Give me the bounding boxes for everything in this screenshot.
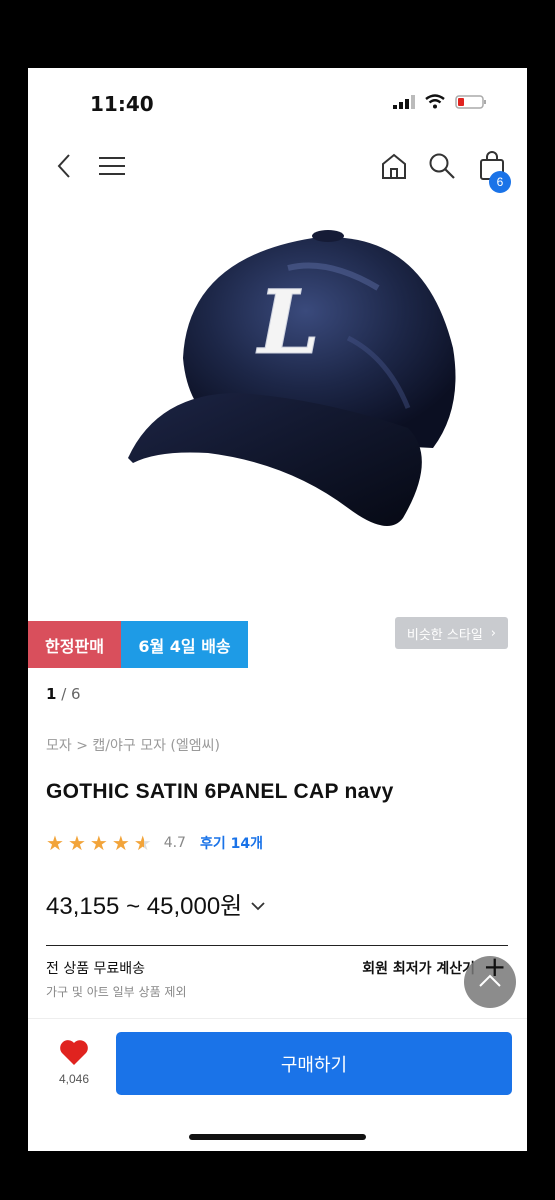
star-icon: ★ [111,831,130,855]
delivery-date-badge: 6월 4일 배송 [121,621,248,668]
price-range: 43,155 ~ 45,000원 [46,893,243,920]
free-shipping-note: 가구 및 아트 일부 상품 제외 [46,985,187,999]
rating-row[interactable]: ★ ★ ★ ★ ★ 4.7 후기 14개 [46,833,263,853]
product-image[interactable]: L [88,218,468,548]
price-selector[interactable]: 43,155 ~ 45,000원 [46,886,266,921]
pager-current: 1 [46,685,57,703]
image-pager: 1 / 6 [46,685,81,703]
status-bar: 11:40 [28,68,527,138]
divider [46,945,508,946]
bottom-action-bar: 4,046 구매하기 [28,1018,527,1151]
limited-sale-badge: 한정판매 [28,621,121,668]
cart-count-badge: 6 [489,171,511,193]
heart-icon [59,1040,89,1070]
home-button[interactable] [374,148,414,188]
similar-style-button[interactable]: 비슷한 스타일 › [394,617,508,649]
star-icon: ★ [67,831,86,855]
star-icon: ★ [46,831,64,855]
member-price-calculator-link[interactable]: 회원 최저가 계산기 [362,958,475,978]
product-title: GOTHIC SATIN 6PANEL CAP navy [46,780,394,803]
battery-icon [455,94,487,113]
search-button[interactable] [422,148,462,188]
menu-button[interactable] [92,148,132,188]
half-star-icon: ★ [133,831,152,855]
signal-icon [393,94,415,113]
status-icons [393,94,487,113]
search-icon [428,152,456,184]
chevron-right-icon: › [490,625,496,641]
back-arrow-icon [57,153,71,183]
free-shipping-title: 전 상품 무료배송 [46,961,146,977]
star-icon: ★ [89,831,108,855]
breadcrumb[interactable]: 모자 > 캡/야구 모자 (엘엠씨) [46,735,220,755]
cart-button[interactable]: 6 [472,148,512,193]
phone-screen: 11:40 6 L 한정판매 6월 4일 배송 비슷한 스타일 › 1 / 6 … [28,68,527,1151]
back-button[interactable] [44,148,84,188]
wifi-icon [425,94,445,113]
hamburger-menu-icon [99,156,125,180]
status-time: 11:40 [90,92,154,116]
buy-button[interactable]: 구매하기 [116,1032,512,1095]
wishlist-button[interactable]: 4,046 [48,1039,100,1086]
plus-icon[interactable]: + [483,950,506,983]
cap-logo-letter: L [255,270,320,374]
review-count-link[interactable]: 후기 14개 [200,833,263,853]
home-indicator [189,1134,366,1140]
product-badges: 한정판매 6월 4일 배송 [28,621,248,668]
pager-separator: / [56,685,72,703]
shopping-bag-icon: 6 [479,151,511,193]
similar-style-label: 비슷한 스타일 [406,627,483,643]
chevron-down-icon [250,890,266,918]
rating-value: 4.7 [163,835,186,851]
top-navigation: 6 [28,148,527,198]
wishlist-count: 4,046 [58,1072,90,1086]
pager-total: 6 [71,685,81,703]
home-icon [380,152,408,184]
